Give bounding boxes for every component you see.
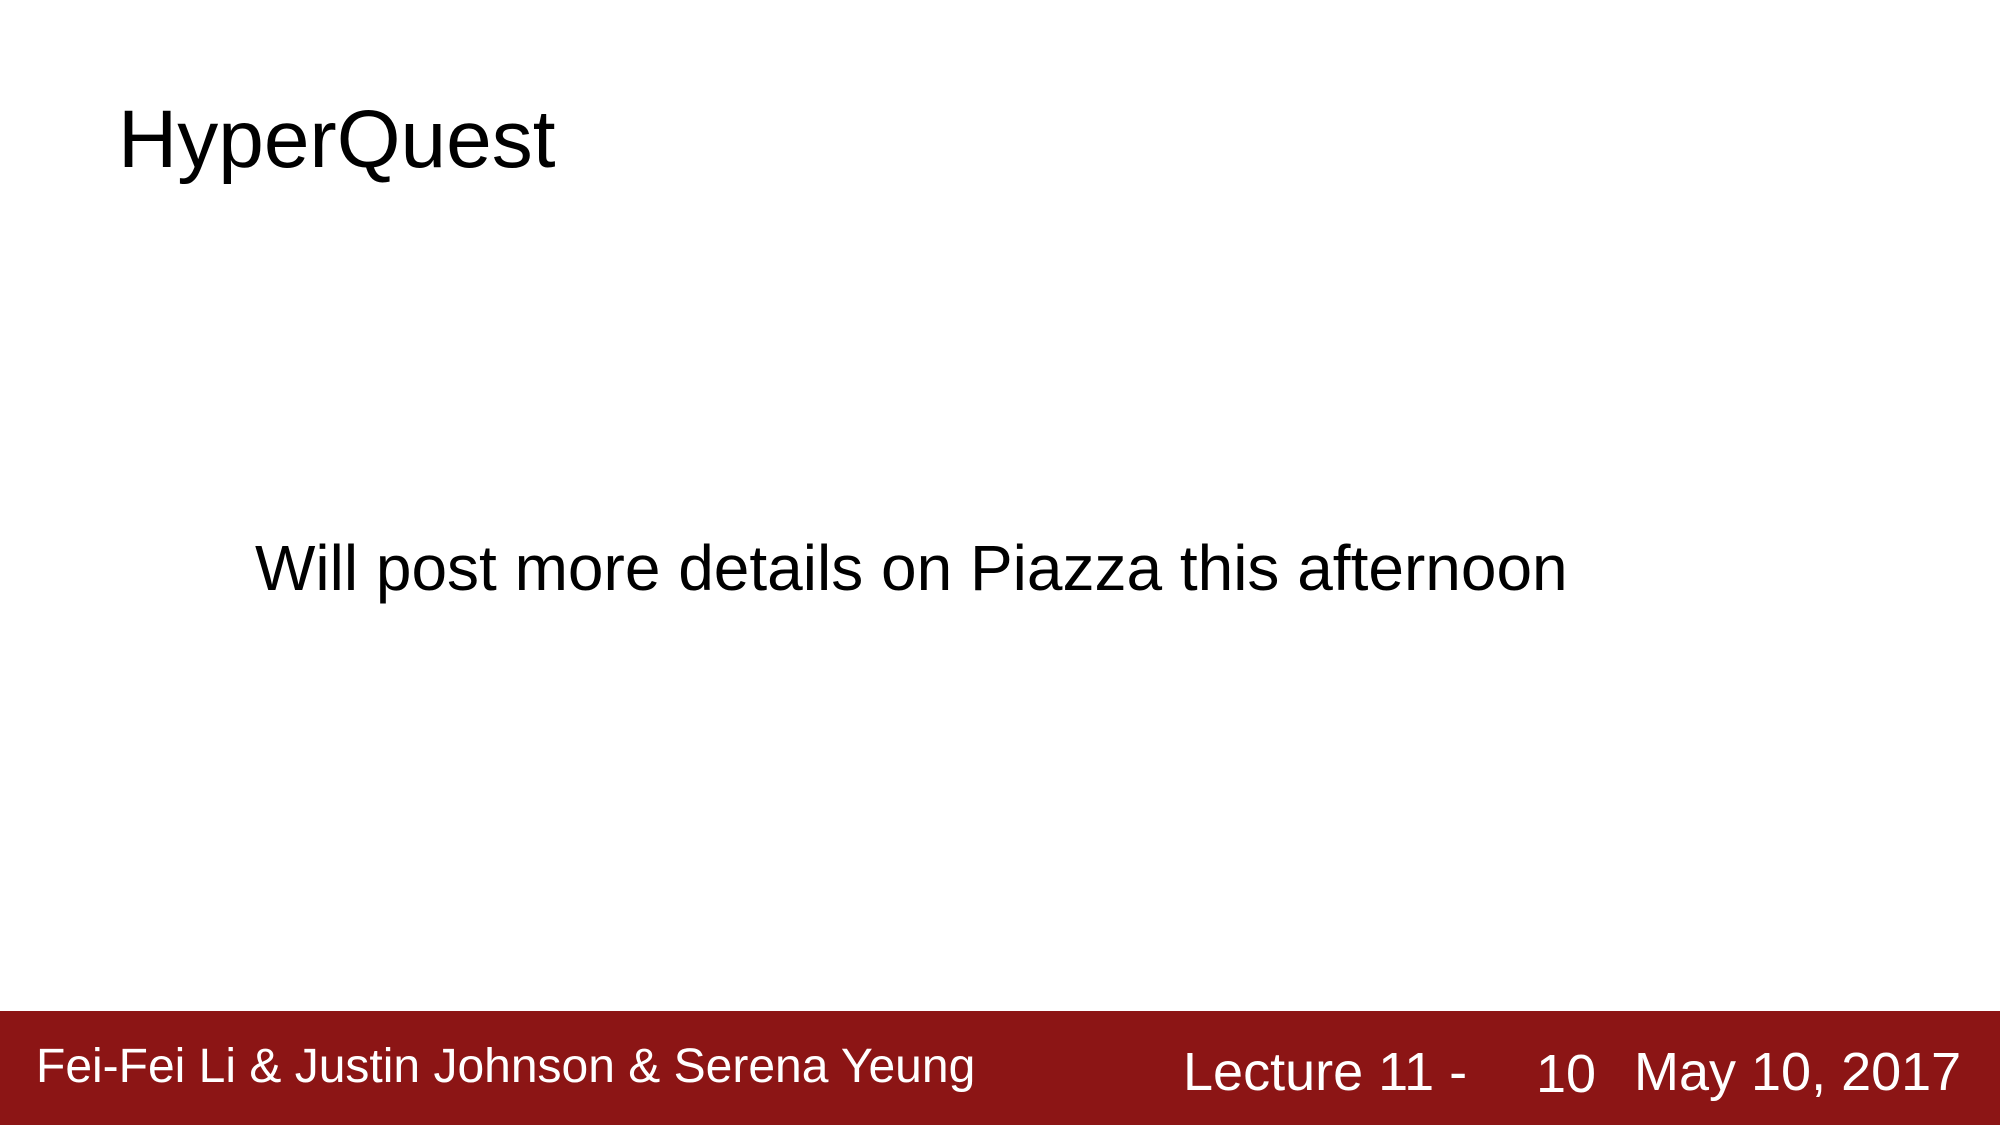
slide-title: HyperQuest xyxy=(118,94,556,185)
footer-page-number: 10 xyxy=(1536,1044,1597,1104)
footer-authors: Fei-Fei Li & Justin Johnson & Serena Yeu… xyxy=(36,1040,976,1093)
slide: HyperQuest Will post more details on Pia… xyxy=(0,0,2000,1125)
slide-body-text: Will post more details on Piazza this af… xyxy=(255,532,1568,604)
footer-date: May 10, 2017 xyxy=(1634,1042,1962,1102)
slide-footer: Fei-Fei Li & Justin Johnson & Serena Yeu… xyxy=(0,1011,2000,1125)
footer-lecture-label: Lecture 11 - xyxy=(1183,1042,1468,1102)
